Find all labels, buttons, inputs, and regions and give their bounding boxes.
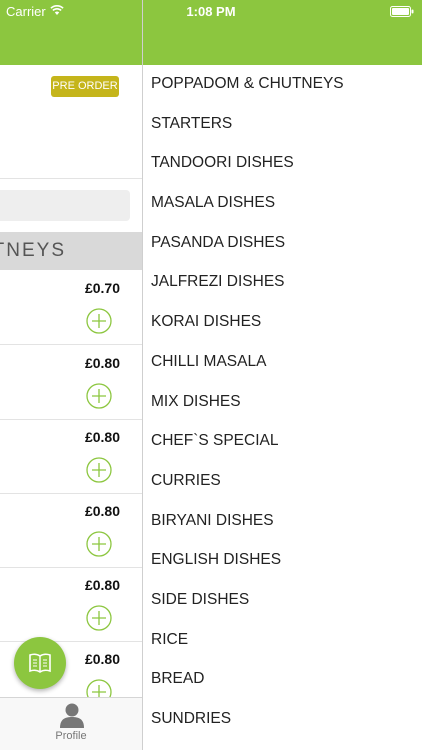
menu-item-row[interactable]: £0.80 [0, 345, 142, 420]
item-price: £0.80 [84, 429, 120, 445]
category-item[interactable]: RICE [143, 620, 422, 660]
divider [0, 178, 142, 179]
category-item[interactable]: SIDE DISHES [143, 580, 422, 620]
search-input[interactable] [0, 190, 130, 221]
add-icon[interactable] [86, 605, 112, 631]
menu-item-row[interactable]: £0.80 [0, 493, 142, 568]
item-price: £0.70 [84, 280, 120, 296]
category-item[interactable]: TANDOORI DISHES [143, 143, 422, 183]
item-price: £0.80 [84, 355, 120, 371]
category-item[interactable]: MIX DISHES [143, 382, 422, 422]
category-drawer: POPPADOM & CHUTNEYS STARTERS TANDOORI DI… [142, 0, 422, 750]
menu-screen: Carrier PRE ORDER POPPADOM & CHUTNEYS £0… [0, 0, 142, 750]
category-item[interactable]: KORAI DISHES [143, 302, 422, 342]
item-price: £0.80 [84, 503, 120, 519]
tab-profile-label[interactable]: Profile [0, 730, 142, 742]
menu-item-row[interactable]: £0.80 [0, 567, 142, 642]
add-icon[interactable] [86, 308, 112, 334]
category-item[interactable]: BIRYANI DISHES [143, 501, 422, 541]
section-header: POPPADOM & CHUTNEYS [0, 232, 142, 270]
item-price: £0.80 [84, 577, 120, 593]
category-item[interactable]: SUNDRIES [143, 699, 422, 739]
add-icon[interactable] [86, 383, 112, 409]
category-item[interactable]: STARTERS [143, 104, 422, 144]
pre-order-badge[interactable]: PRE ORDER [51, 76, 119, 97]
book-icon [29, 653, 51, 673]
add-icon[interactable] [86, 457, 112, 483]
add-icon[interactable] [86, 531, 112, 557]
category-item[interactable]: ENGLISH DISHES [143, 540, 422, 580]
item-price: £0.80 [84, 651, 120, 667]
category-list: POPPADOM & CHUTNEYS STARTERS TANDOORI DI… [143, 64, 422, 739]
status-time: 1:08 PM [186, 4, 236, 19]
category-item[interactable]: JALFREZI DISHES [143, 262, 422, 302]
category-item[interactable]: PASANDA DISHES [143, 223, 422, 263]
category-item[interactable]: POPPADOM & CHUTNEYS [143, 64, 422, 104]
menu-book-button[interactable] [14, 637, 66, 689]
menu-item-row[interactable]: £0.70 [0, 270, 142, 345]
tab-bar: Profile [0, 697, 142, 750]
category-item[interactable]: MASALA DISHES [143, 183, 422, 223]
menu-item-row[interactable]: £0.80 [0, 419, 142, 494]
category-item[interactable]: BREAD [143, 659, 422, 699]
category-item[interactable]: CHEF`S SPECIAL [143, 421, 422, 461]
category-item[interactable]: CHILLI MASALA [143, 342, 422, 382]
category-item[interactable]: CURRIES [143, 461, 422, 501]
profile-icon[interactable] [58, 702, 86, 728]
